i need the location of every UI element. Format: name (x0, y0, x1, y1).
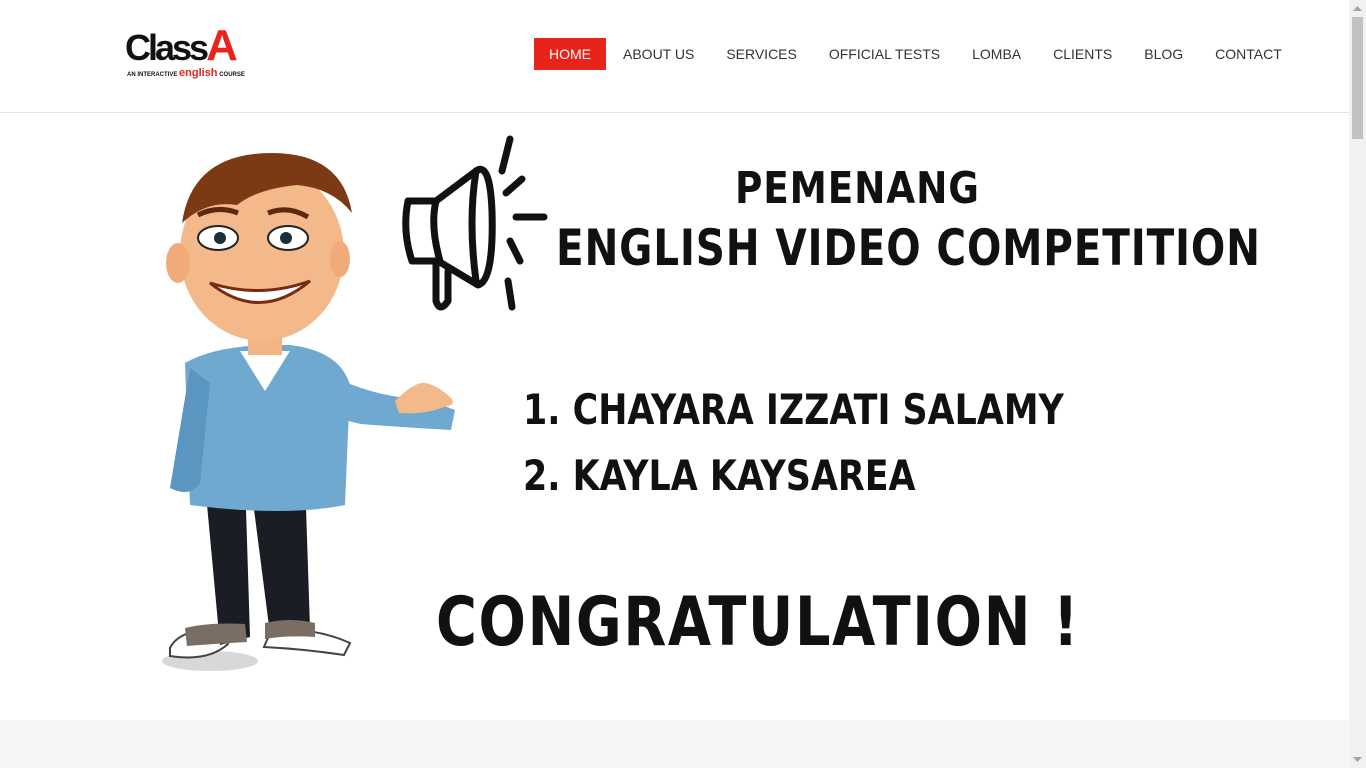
logo-letter-a: A (206, 21, 238, 70)
page-scrollbar[interactable] (1349, 0, 1366, 768)
classa-logo[interactable]: ClassA AN INTERACTIVE english COURSE (125, 24, 245, 84)
winner-first: 1. CHAYARA IZZATI SALAMY (523, 385, 1064, 434)
congratulation-text: CONGRATULATION ! (436, 583, 1081, 662)
main-nav: HOME ABOUT US SERVICES OFFICIAL TESTS LO… (534, 38, 1299, 70)
winner-second: 2. KAYLA KAYSAREA (523, 451, 916, 500)
scroll-down-arrow-icon[interactable] (1349, 751, 1366, 768)
logo-tag-post: COURSE (219, 72, 245, 78)
nav-services[interactable]: SERVICES (711, 38, 812, 70)
logo-tagline: AN INTERACTIVE english COURSE (127, 68, 245, 80)
nav-lomba[interactable]: LOMBA (957, 38, 1036, 70)
logo-tag-english: english (179, 67, 218, 79)
scroll-up-arrow-icon[interactable] (1349, 0, 1366, 17)
nav-about-us[interactable]: ABOUT US (608, 38, 709, 70)
megaphone-icon (402, 135, 548, 311)
winner-banner: PEMENANG ENGLISH VIDEO COMPETITION 1. CH… (0, 113, 1349, 720)
nav-blog[interactable]: BLOG (1129, 38, 1198, 70)
nav-clients[interactable]: CLIENTS (1038, 38, 1127, 70)
nav-contact[interactable]: CONTACT (1200, 38, 1297, 70)
site-header: ClassA AN INTERACTIVE english COURSE HOM… (0, 0, 1349, 113)
next-section (0, 720, 1349, 768)
banner-title-line1: PEMENANG (735, 163, 980, 214)
scrollbar-thumb[interactable] (1352, 17, 1363, 139)
nav-home[interactable]: HOME (534, 38, 606, 70)
logo-word-class: Class (125, 27, 209, 68)
banner-title-line2: ENGLISH VIDEO COMPETITION (556, 219, 1261, 277)
logo-tag-pre: AN INTERACTIVE (127, 72, 178, 78)
logo-wordmark: ClassA (125, 24, 238, 68)
nav-official-tests[interactable]: OFFICIAL TESTS (814, 38, 955, 70)
